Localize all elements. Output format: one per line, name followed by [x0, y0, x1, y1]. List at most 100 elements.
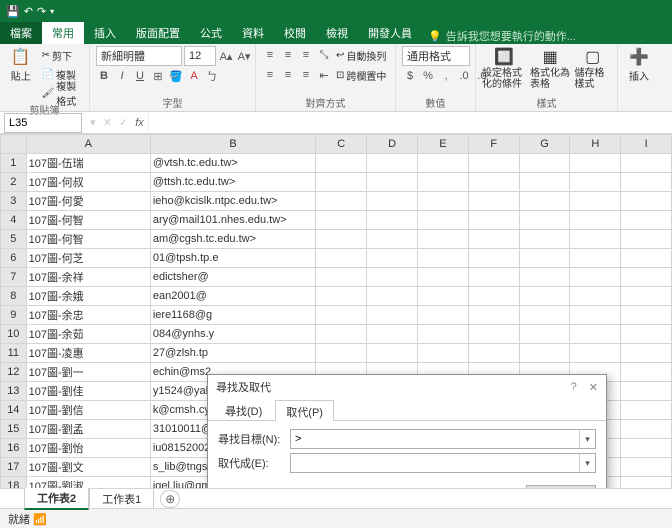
- cell[interactable]: [367, 325, 418, 344]
- cell[interactable]: [621, 306, 672, 325]
- cell[interactable]: [621, 211, 672, 230]
- cell[interactable]: [316, 325, 367, 344]
- cell[interactable]: [570, 344, 621, 363]
- cell[interactable]: [621, 287, 672, 306]
- cell-styles-button[interactable]: ▢儲存格樣式: [574, 46, 611, 90]
- tab-developer[interactable]: 開發人員: [358, 22, 422, 44]
- row-header[interactable]: 2: [1, 173, 27, 192]
- cell[interactable]: 107圖-劉淑: [26, 477, 150, 489]
- align-middle-icon[interactable]: ≡: [280, 47, 296, 63]
- col-header[interactable]: B: [150, 135, 316, 154]
- cell[interactable]: [519, 211, 570, 230]
- cell[interactable]: [367, 154, 418, 173]
- cell[interactable]: 107圖-伍瑞: [26, 154, 150, 173]
- font-size-combo[interactable]: 12: [184, 46, 216, 66]
- col-header[interactable]: H: [570, 135, 621, 154]
- cell[interactable]: 107圖-劉佳: [26, 382, 150, 401]
- enter-icon[interactable]: ✓: [116, 115, 132, 131]
- cancel-icon[interactable]: ✕: [100, 115, 116, 131]
- cell[interactable]: ary@mail101.nhes.edu.tw>: [150, 211, 316, 230]
- cell[interactable]: [468, 154, 519, 173]
- help-icon[interactable]: ?: [571, 381, 577, 394]
- close-icon[interactable]: ✕: [589, 381, 598, 394]
- row-header[interactable]: 18: [1, 477, 27, 489]
- format-painter-button[interactable]: 🖌複製格式: [40, 84, 83, 102]
- row-header[interactable]: 17: [1, 458, 27, 477]
- cell[interactable]: [468, 268, 519, 287]
- cell[interactable]: [468, 287, 519, 306]
- cell[interactable]: [621, 363, 672, 382]
- cell[interactable]: [570, 287, 621, 306]
- cell[interactable]: @ttsh.tc.edu.tw>: [150, 173, 316, 192]
- save-icon[interactable]: 💾: [6, 5, 20, 18]
- row-header[interactable]: 16: [1, 439, 27, 458]
- col-header[interactable]: E: [418, 135, 469, 154]
- chevron-down-icon[interactable]: ▾: [579, 430, 595, 448]
- align-right-icon[interactable]: ≡: [298, 67, 314, 83]
- cell[interactable]: [519, 249, 570, 268]
- align-top-icon[interactable]: ≡: [262, 47, 278, 63]
- align-left-icon[interactable]: ≡: [262, 67, 278, 83]
- col-header[interactable]: I: [621, 135, 672, 154]
- cell[interactable]: 107圖-劉信: [26, 401, 150, 420]
- merge-center-button[interactable]: ⊡跨欄置中: [334, 66, 388, 84]
- col-header[interactable]: C: [316, 135, 367, 154]
- bold-icon[interactable]: B: [96, 68, 112, 84]
- new-sheet-button[interactable]: ⊕: [160, 490, 180, 508]
- align-center-icon[interactable]: ≡: [280, 67, 296, 83]
- cell[interactable]: [621, 420, 672, 439]
- cell[interactable]: 107圖-何智: [26, 230, 150, 249]
- cell[interactable]: [468, 306, 519, 325]
- col-header[interactable]: D: [367, 135, 418, 154]
- cell[interactable]: [621, 268, 672, 287]
- cell[interactable]: 107圖-劉怡: [26, 439, 150, 458]
- cell[interactable]: [316, 287, 367, 306]
- font-color-icon[interactable]: A: [186, 68, 202, 84]
- insert-cells-button[interactable]: ➕插入: [624, 46, 654, 83]
- tab-insert[interactable]: 插入: [84, 22, 126, 44]
- row-header[interactable]: 4: [1, 211, 27, 230]
- tell-me[interactable]: 💡告訴我您想要執行的動作...: [428, 28, 576, 44]
- cell[interactable]: ean2001@: [150, 287, 316, 306]
- cell[interactable]: [621, 325, 672, 344]
- cell[interactable]: [367, 192, 418, 211]
- cell[interactable]: [621, 477, 672, 489]
- cell[interactable]: [316, 306, 367, 325]
- cell[interactable]: [418, 192, 469, 211]
- options-button[interactable]: 選項(T) >>: [526, 485, 596, 488]
- cell[interactable]: [519, 173, 570, 192]
- row-header[interactable]: 1: [1, 154, 27, 173]
- cell[interactable]: 084@ynhs.y: [150, 325, 316, 344]
- cell[interactable]: [570, 211, 621, 230]
- row-header[interactable]: 6: [1, 249, 27, 268]
- cell[interactable]: 107圖-劉一: [26, 363, 150, 382]
- cell[interactable]: [621, 401, 672, 420]
- cell[interactable]: [570, 173, 621, 192]
- cell[interactable]: iere1168@g: [150, 306, 316, 325]
- cell[interactable]: [621, 382, 672, 401]
- cell[interactable]: [316, 211, 367, 230]
- redo-icon[interactable]: ↷: [37, 5, 46, 18]
- indent-icon[interactable]: ⇤: [316, 67, 332, 83]
- cell[interactable]: 107圖-余忠: [26, 306, 150, 325]
- replace-with-input[interactable]: ▾: [290, 453, 596, 473]
- tab-pagelayout[interactable]: 版面配置: [126, 22, 190, 44]
- row-header[interactable]: 15: [1, 420, 27, 439]
- cell[interactable]: [418, 268, 469, 287]
- row-header[interactable]: 8: [1, 287, 27, 306]
- cell[interactable]: [519, 306, 570, 325]
- tab-find[interactable]: 尋找(D): [214, 399, 273, 420]
- cell[interactable]: 107圖-凌惠: [26, 344, 150, 363]
- col-header[interactable]: F: [468, 135, 519, 154]
- cell[interactable]: [418, 306, 469, 325]
- cell[interactable]: [621, 249, 672, 268]
- tab-view[interactable]: 檢視: [316, 22, 358, 44]
- cell[interactable]: [621, 154, 672, 173]
- cell[interactable]: [316, 268, 367, 287]
- select-all-corner[interactable]: [1, 135, 27, 154]
- tab-formulas[interactable]: 公式: [190, 22, 232, 44]
- cut-button[interactable]: ✂剪下: [40, 46, 83, 64]
- find-what-input[interactable]: >▾: [290, 429, 596, 449]
- cell[interactable]: [519, 287, 570, 306]
- cell[interactable]: 107圖-余娥: [26, 287, 150, 306]
